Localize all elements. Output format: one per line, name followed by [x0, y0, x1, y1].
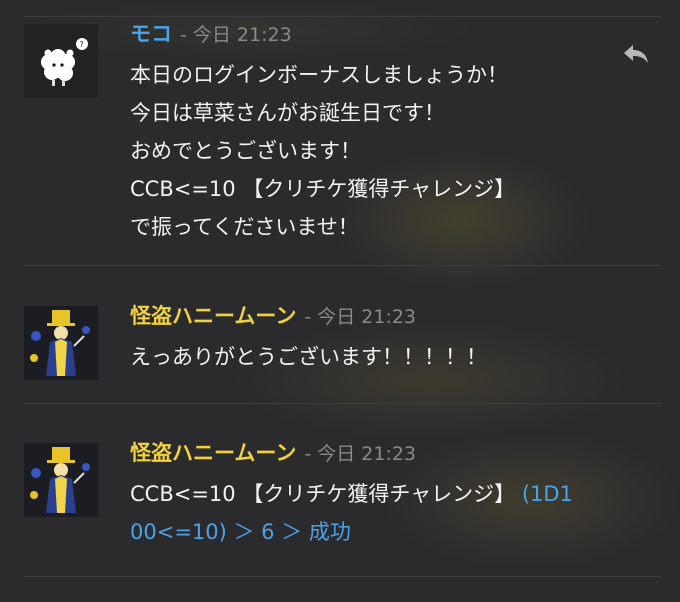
sheep-avatar-icon: ? — [24, 24, 98, 98]
message-line: 本日のログインボーナスしましょうか！ — [130, 63, 508, 87]
message-body: えっありがとうございます！！！！！ — [130, 338, 650, 376]
message-line: 今日は草菜さんがお誕生日です！ — [130, 101, 445, 125]
message-line: で振ってくださいませ！ — [130, 215, 359, 239]
avatar[interactable]: ? — [24, 24, 98, 98]
message-line: CCB<=10 【クリチケ獲得チャレンジ】 (1D1 — [130, 475, 650, 513]
author-name[interactable]: 怪盗ハニームーン — [130, 441, 296, 465]
divider — [24, 403, 662, 404]
timestamp: - 今日 21:23 — [304, 306, 417, 328]
divider — [24, 16, 662, 17]
dice-result: (1D1 — [521, 482, 573, 506]
dice-result: 00<=10) ＞ 6 ＞ 成功 — [130, 520, 351, 544]
message-line: おめでとうございます！ — [130, 139, 361, 163]
message-line: えっありがとうございます！！！！！ — [130, 345, 487, 369]
divider — [24, 265, 662, 266]
avatar[interactable] — [24, 443, 98, 517]
message-body: 本日のログインボーナスしましょうか！ 今日は草菜さんがお誕生日です！ おめでとう… — [130, 56, 650, 246]
author-name[interactable]: 怪盗ハニームーン — [130, 304, 296, 328]
phantom-thief-avatar-icon — [24, 443, 98, 517]
svg-text:?: ? — [80, 40, 84, 49]
dice-command: CCB<=10 【クリチケ獲得チャレンジ】 — [130, 482, 516, 506]
message-header: 怪盗ハニームーン - 今日 21:23 — [130, 300, 416, 332]
timestamp: - 今日 21:23 — [180, 24, 292, 46]
avatar[interactable] — [24, 306, 98, 380]
timestamp: - 今日 21:23 — [304, 443, 417, 465]
phantom-thief-avatar-icon — [24, 306, 98, 380]
message-line: CCB<=10 【クリチケ獲得チャレンジ】 — [130, 177, 516, 201]
message-header: 怪盗ハニームーン - 今日 21:23 — [130, 437, 416, 469]
author-name[interactable]: モコ — [130, 22, 172, 46]
message-header: モコ - 今日 21:23 — [130, 18, 292, 50]
message-body: CCB<=10 【クリチケ獲得チャレンジ】 (1D1 00<=10) ＞ 6 ＞… — [130, 475, 650, 551]
divider — [24, 576, 662, 577]
